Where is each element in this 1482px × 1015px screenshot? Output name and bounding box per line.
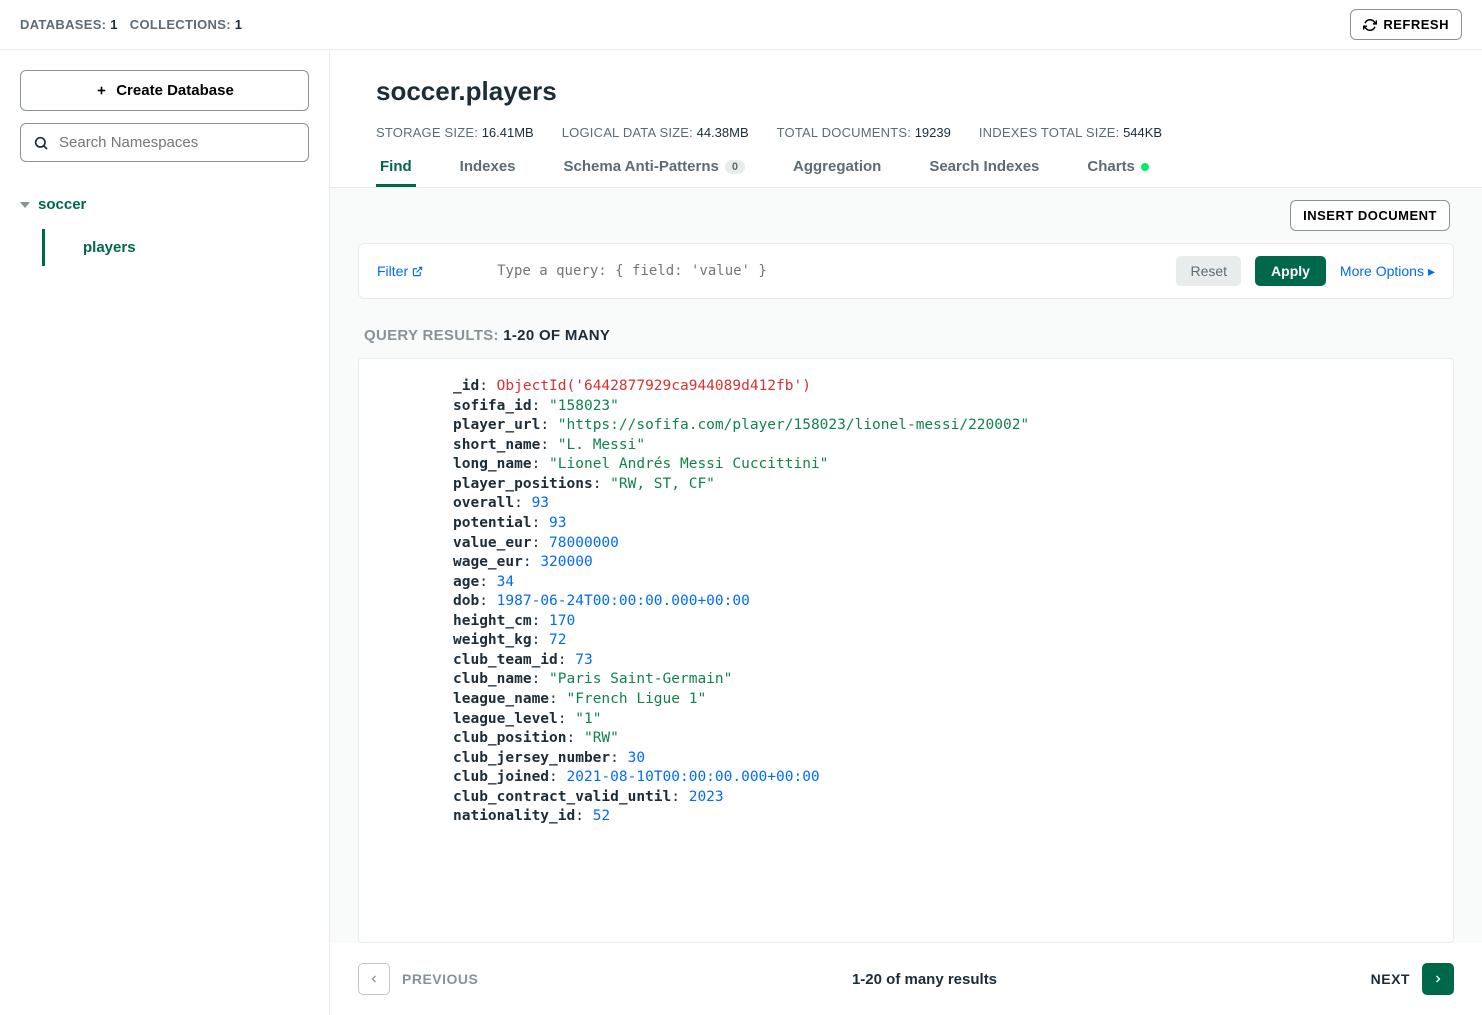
query-input[interactable] — [497, 263, 1162, 279]
tab-indexes[interactable]: Indexes — [456, 158, 520, 187]
document-field-row: player_url: "https://sofifa.com/player/1… — [453, 416, 1435, 436]
green-dot-icon — [1141, 163, 1149, 171]
document-field-row: player_positions: "RW, ST, CF" — [453, 475, 1435, 495]
document-field-row: weight_kg: 72 — [453, 631, 1435, 651]
refresh-icon — [1363, 18, 1377, 32]
document-field-row: height_cm: 170 — [453, 612, 1435, 632]
previous-button[interactable] — [358, 963, 390, 995]
document-field-row: league_name: "French Ligue 1" — [453, 690, 1435, 710]
search-namespaces-wrap[interactable] — [20, 123, 309, 162]
reset-button[interactable]: Reset — [1176, 256, 1241, 286]
chevron-right-icon — [1432, 973, 1444, 985]
document-field-row: club_position: "RW" — [453, 729, 1435, 749]
search-namespaces-input[interactable] — [59, 134, 296, 151]
schema-badge: 0 — [725, 160, 745, 174]
pager-center-label: 1-20 of many results — [852, 971, 997, 988]
document-field-row: club_name: "Paris Saint-Germain" — [453, 670, 1435, 690]
tab-find[interactable]: Find — [376, 158, 416, 187]
refresh-label: REFRESH — [1383, 17, 1449, 32]
document-field-row: value_eur: 78000000 — [453, 534, 1435, 554]
document-field-row: _id: ObjectId('6442877929ca944089d412fb'… — [453, 377, 1435, 397]
more-options-link[interactable]: More Options ▸ — [1340, 263, 1435, 280]
document-card[interactable]: _id: ObjectId('6442877929ca944089d412fb'… — [358, 358, 1454, 943]
create-database-button[interactable]: Create Database — [20, 70, 309, 111]
caret-right-icon: ▸ — [1428, 263, 1435, 280]
document-field-row: club_joined: 2021-08-10T00:00:00.000+00:… — [453, 768, 1435, 788]
insert-document-button[interactable]: INSERT DOCUMENT — [1290, 200, 1450, 231]
document-field-row: sofifa_id: "158023" — [453, 397, 1435, 417]
document-field-row: league_level: "1" — [453, 710, 1435, 730]
collection-title: soccer.players — [376, 76, 1436, 107]
create-database-label: Create Database — [116, 82, 234, 99]
document-field-row: club_jersey_number: 30 — [453, 749, 1435, 769]
refresh-button[interactable]: REFRESH — [1350, 9, 1462, 40]
document-field-row: age: 34 — [453, 573, 1435, 593]
collection-name: players — [83, 239, 136, 256]
filter-link[interactable]: Filter — [377, 263, 423, 279]
document-field-row: nationality_id: 52 — [453, 807, 1435, 827]
next-button[interactable] — [1422, 963, 1454, 995]
databases-label: DATABASES: — [20, 17, 106, 32]
topbar-stats: DATABASES: 1 COLLECTIONS: 1 — [20, 17, 242, 32]
document-field-row: club_team_id: 73 — [453, 651, 1435, 671]
document-field-row: wage_eur: 320000 — [453, 553, 1435, 573]
query-results-label: QUERY RESULTS: 1-20 OF MANY — [364, 327, 1454, 344]
database-name: soccer — [38, 196, 86, 213]
external-link-icon — [412, 266, 423, 277]
caret-down-icon — [20, 202, 30, 208]
tab-schema-anti-patterns[interactable]: Schema Anti-Patterns 0 — [560, 158, 749, 187]
database-item-soccer[interactable]: soccer — [20, 190, 309, 219]
collection-stats: STORAGE SIZE: 16.41MB LOGICAL DATA SIZE:… — [376, 125, 1436, 140]
previous-label: PREVIOUS — [402, 971, 478, 987]
chevron-left-icon — [368, 973, 380, 985]
tab-search-indexes[interactable]: Search Indexes — [925, 158, 1043, 187]
document-field-row: potential: 93 — [453, 514, 1435, 534]
search-icon — [33, 135, 49, 151]
document-field-row: club_contract_valid_until: 2023 — [453, 788, 1435, 808]
collection-item-players[interactable]: players — [42, 229, 309, 266]
document-field-row: dob: 1987-06-24T00:00:00.000+00:00 — [453, 592, 1435, 612]
next-label: NEXT — [1371, 971, 1410, 987]
document-field-row: long_name: "Lionel Andrés Messi Cuccitti… — [453, 455, 1435, 475]
document-field-row: overall: 93 — [453, 494, 1435, 514]
document-field-row: short_name: "L. Messi" — [453, 436, 1435, 456]
collections-label: COLLECTIONS: — [130, 17, 231, 32]
databases-count: 1 — [110, 17, 118, 32]
apply-button[interactable]: Apply — [1255, 256, 1326, 286]
collections-count: 1 — [235, 17, 243, 32]
tab-charts[interactable]: Charts — [1083, 158, 1153, 187]
tab-aggregation[interactable]: Aggregation — [789, 158, 885, 187]
plus-icon — [95, 84, 108, 97]
